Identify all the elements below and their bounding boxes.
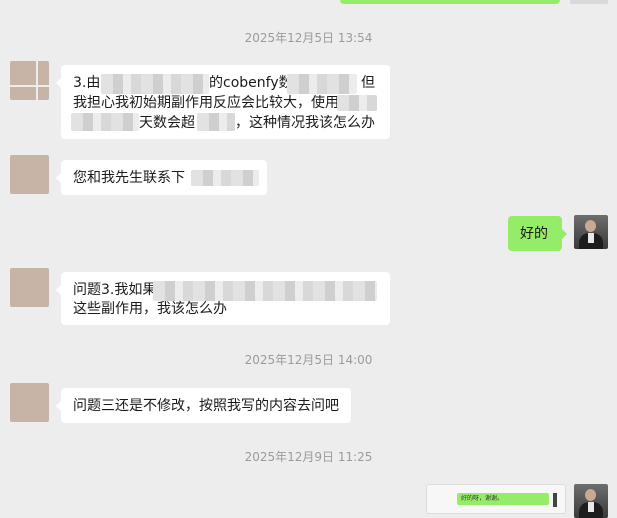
message-text: 我担心我初始期副作用反应会比较大，使用	[73, 95, 339, 111]
thumbnail-text: 好的呀，谢谢。	[457, 493, 549, 505]
message-bubble[interactable]: 3.由 的cobenfy数 但 我担心我初始期副作用反应会比较大，使用 天数会超…	[56, 65, 390, 139]
sent-image-thumbnail[interactable]: 好的呀，谢谢。	[426, 484, 566, 514]
message-bubble[interactable]: 问题三还是不修改，按照我写的内容去问吧	[56, 388, 351, 423]
timestamp: 2025年12月5日 14:00	[244, 353, 373, 367]
timestamp: 2025年12月5日 13:54	[244, 31, 373, 45]
my-avatar-partial[interactable]	[570, 0, 608, 4]
redacted-text	[287, 74, 357, 94]
contact-avatar[interactable]	[10, 61, 49, 100]
message-text: ，这种情况我该怎么办	[235, 115, 375, 131]
redacted-text	[101, 74, 209, 94]
message-bubble[interactable]: 问题3.我如果 这些副作用，我该怎么办	[56, 272, 390, 325]
message-text: 的cobenfy数	[209, 75, 293, 91]
message-bubble[interactable]: 您和我先生联系下	[56, 160, 267, 195]
message-text: 您和我先生联系下	[73, 170, 185, 186]
message-text: 但	[361, 75, 375, 91]
sent-bubble-partial[interactable]	[340, 0, 560, 4]
redacted-text	[197, 113, 235, 131]
my-avatar[interactable]	[574, 215, 608, 249]
contact-avatar[interactable]	[10, 268, 49, 307]
contact-avatar[interactable]	[10, 383, 49, 422]
redacted-text	[191, 170, 259, 186]
sent-message-bubble[interactable]: 好的	[508, 216, 567, 251]
message-text: 3.由	[73, 75, 101, 91]
redacted-text	[71, 113, 139, 131]
message-text: 问题三还是不修改，按照我写的内容去问吧	[73, 398, 339, 414]
my-avatar[interactable]	[574, 484, 608, 518]
message-text: 这些副作用，我该怎么办	[73, 301, 227, 317]
message-text: 好的	[520, 226, 548, 242]
message-text: 天数会超	[139, 115, 195, 131]
timestamp: 2025年12月9日 11:25	[244, 450, 373, 464]
contact-avatar[interactable]	[10, 155, 49, 194]
redacted-text	[337, 95, 377, 111]
